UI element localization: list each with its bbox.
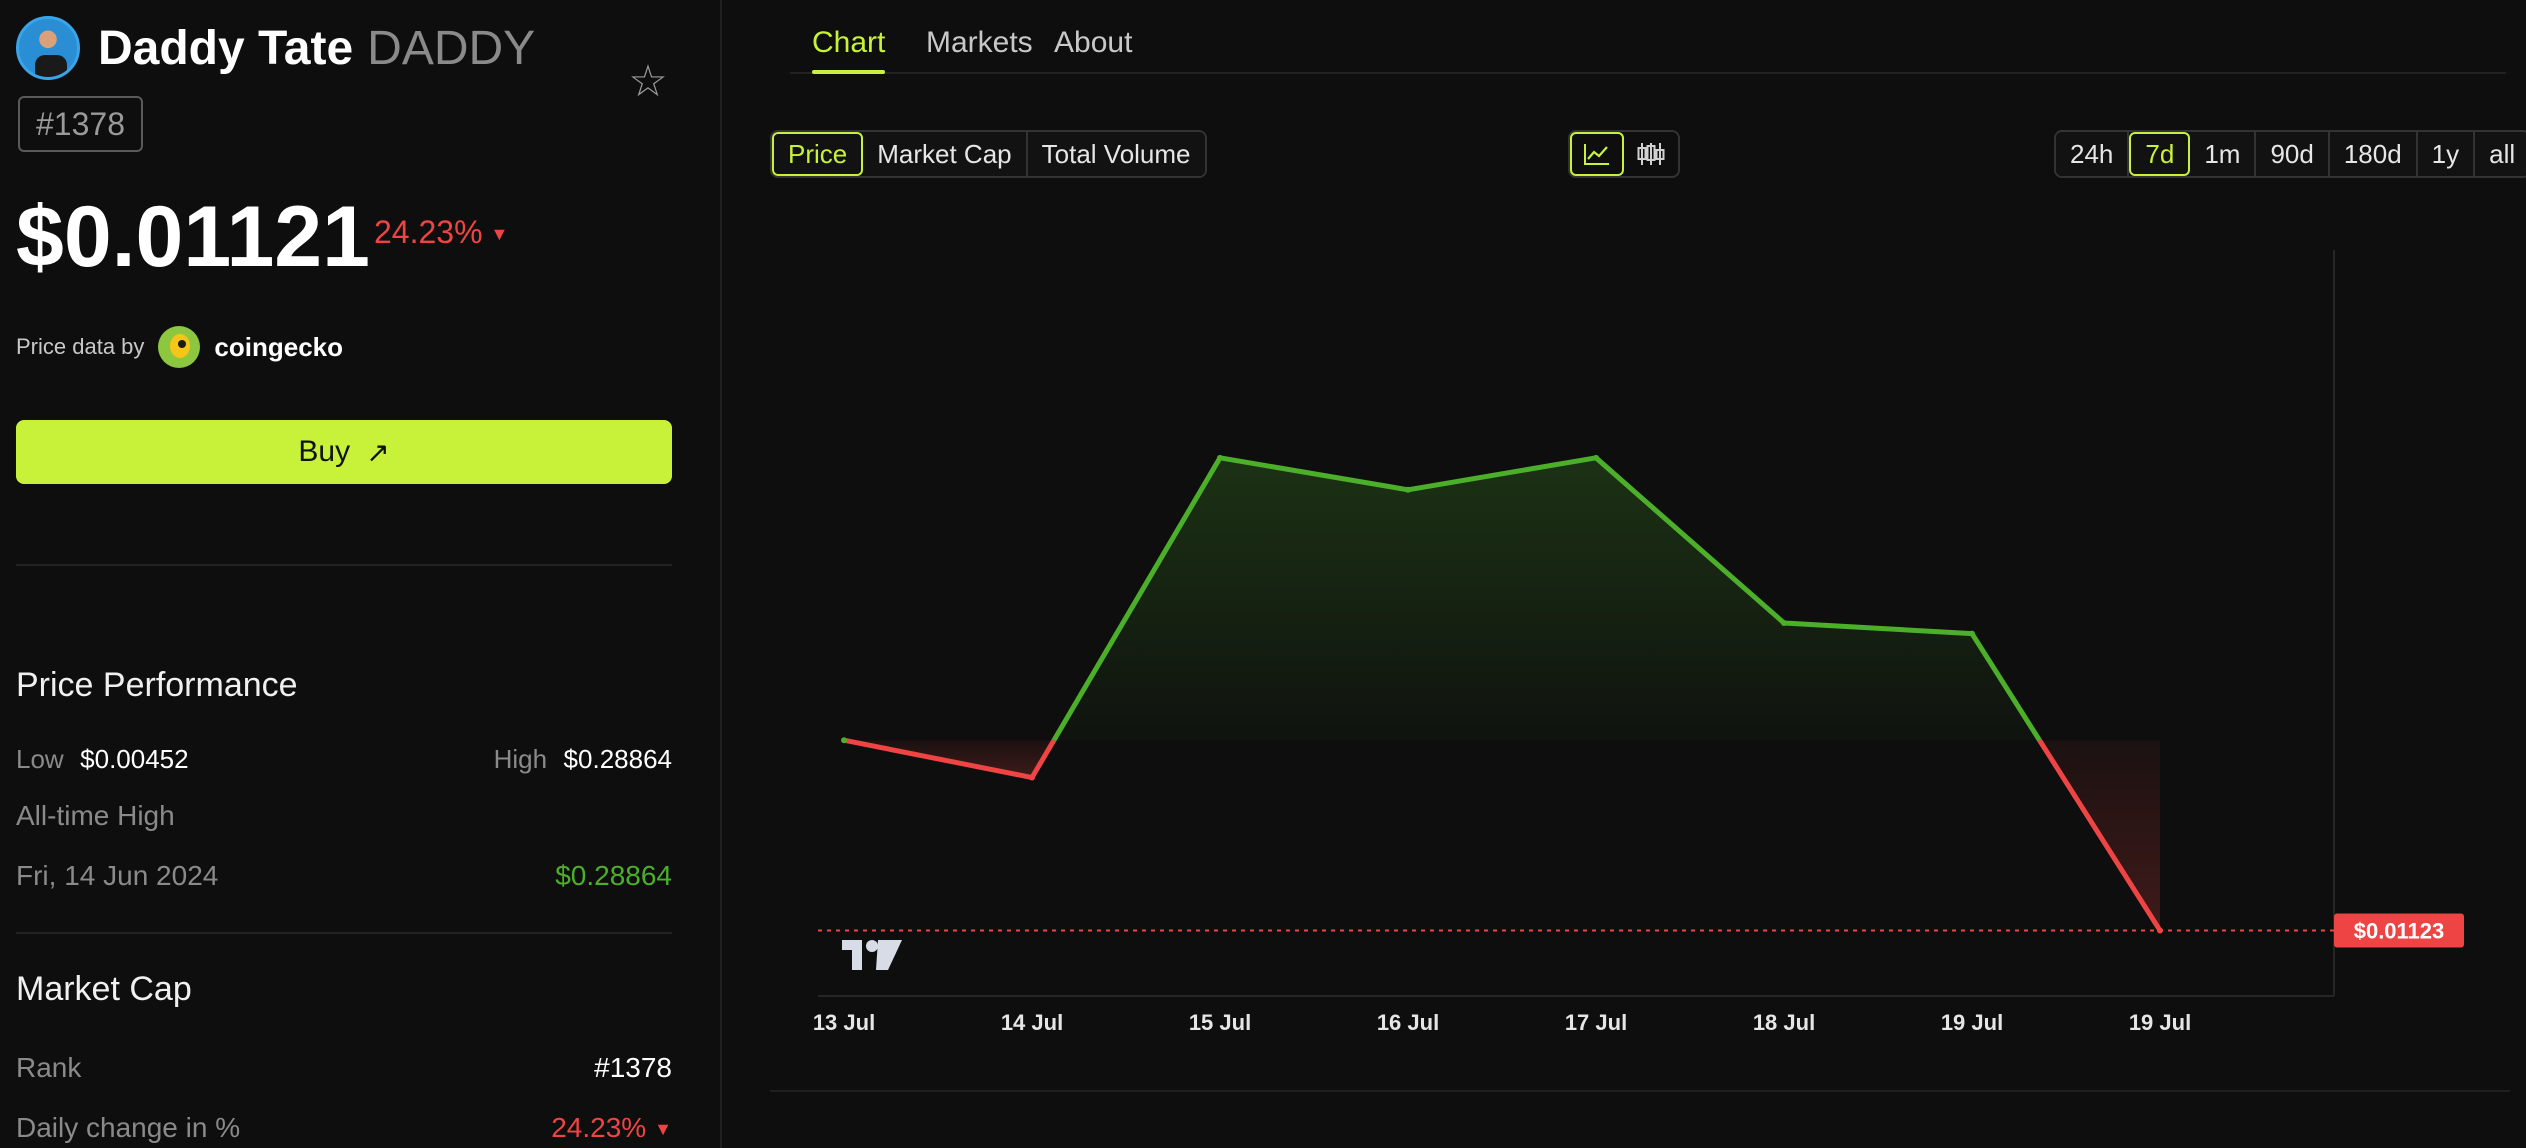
coin-header: Daddy Tate DADDY (16, 16, 535, 80)
range-24h-button[interactable]: 24h (2056, 132, 2130, 176)
ath-label: All-time High (16, 800, 175, 831)
coin-info-panel: Daddy Tate DADDY ☆ #1378 $0.01121 24.23%… (0, 0, 722, 1148)
rank-badge: #1378 (18, 96, 143, 152)
coingecko-logo (158, 326, 201, 368)
star-icon[interactable]: ☆ (626, 60, 670, 104)
rank-label: Rank (16, 1052, 82, 1083)
low-value: $0.00452 (80, 744, 189, 774)
arrow-up-right-icon: ↗ (366, 436, 390, 468)
data-provider-name[interactable]: coingecko (214, 332, 343, 363)
triangle-down-icon: ▼ (490, 224, 509, 245)
divider (16, 932, 672, 934)
time-range-selector: 24h 7d 1m 90d 180d 1y all (2054, 130, 2526, 178)
data-point-1 (1029, 774, 1035, 781)
ath-date: Fri, 14 Jun 2024 (16, 860, 219, 891)
line-chart-icon[interactable] (1570, 132, 1624, 176)
low-label: Low (16, 744, 64, 774)
chart-type-selector (1568, 130, 1680, 178)
divider (16, 564, 672, 566)
market-cap-title: Market Cap (16, 970, 192, 1008)
chart-panel: Chart Markets About Price Market Cap Tot… (722, 0, 2526, 1148)
data-point-5 (1781, 620, 1787, 626)
metric-total-volume-button[interactable]: Total Volume (1027, 132, 1205, 176)
daily-change-value-wrap: 24.23% ▼ (551, 1112, 672, 1144)
low-high-row: Low $0.00452 High $0.28864 (16, 744, 672, 775)
ath-value: $0.28864 (555, 860, 672, 891)
tradingview-logo (842, 940, 902, 970)
range-1y-button[interactable]: 1y (2417, 132, 2476, 176)
price-change: 24.23% ▼ (374, 214, 508, 251)
x-tick-label: 16 Jul (1377, 1010, 1439, 1035)
range-7d-button[interactable]: 7d (2129, 132, 2191, 176)
app-root: Daddy Tate DADDY ☆ #1378 $0.01121 24.23%… (0, 0, 2526, 1148)
data-point-4 (1593, 454, 1599, 461)
last-price-badge: $0.01123 (2334, 913, 2464, 948)
price-data-attribution: Price data by coingecko (16, 326, 343, 368)
x-tick-label: 18 Jul (1753, 1010, 1815, 1035)
range-1m-button[interactable]: 1m (2190, 132, 2257, 176)
price-chart[interactable]: $0.01123 13 Jul 14 Jul 15 Jul 16 Jul 17 Jul 1… (722, 220, 2526, 1100)
daily-change-row: Daily change in % 24.23% ▼ (16, 1112, 672, 1144)
triangle-down-icon: ▼ (654, 1119, 672, 1140)
tab-chart[interactable]: Chart (812, 26, 886, 74)
coin-avatar (16, 16, 80, 80)
coin-symbol: DADDY (367, 21, 536, 75)
x-tick-label: 14 Jul (1001, 1010, 1063, 1035)
buy-button[interactable]: Buy ↗ (16, 420, 672, 484)
last-price-badge-label: $0.01123 (2354, 918, 2445, 943)
x-tick-label: 13 Jul (813, 1010, 875, 1035)
data-point-2 (1217, 454, 1223, 461)
price-data-label: Price data by (16, 334, 145, 359)
coin-name: Daddy Tate (98, 21, 354, 75)
x-tick-label: 17 Jul (1565, 1010, 1627, 1035)
data-point-6 (1969, 630, 1975, 637)
x-tick-label: 19 Jul (1941, 1010, 2003, 1035)
rank-row: Rank #1378 (16, 1052, 672, 1084)
candlestick-icon[interactable] (1624, 132, 1678, 176)
range-all-button[interactable]: all (2475, 132, 2526, 176)
ath-label-row: All-time High (16, 800, 672, 832)
tab-markets[interactable]: Markets (926, 26, 1033, 60)
ath-row: Fri, 14 Jun 2024 $0.28864 (16, 860, 672, 892)
current-price: $0.01121 (16, 189, 370, 285)
metric-selector: Price Market Cap Total Volume (770, 130, 1207, 178)
price-change-value: 24.23% (374, 214, 483, 250)
tab-bar: Chart Markets About (790, 0, 2506, 74)
daily-change-label: Daily change in % (16, 1112, 241, 1143)
x-axis-ticks: 13 Jul 14 Jul 15 Jul 16 Jul 17 Jul 18 Jul 19 J… (813, 1010, 2191, 1035)
data-point-3 (1405, 486, 1411, 493)
x-tick-label: 15 Jul (1189, 1010, 1251, 1035)
chart-bottom-divider (770, 1090, 2510, 1092)
metric-market-cap-button[interactable]: Market Cap (863, 132, 1028, 176)
daily-change-value: 24.23% (551, 1112, 647, 1143)
metric-price-button[interactable]: Price (772, 132, 864, 176)
chart-fills (844, 457, 2160, 931)
price-performance-title: Price Performance (16, 666, 298, 704)
area-fill-up-2 (1053, 457, 2040, 741)
buy-label: Buy (298, 435, 351, 468)
range-180d-button[interactable]: 180d (2329, 132, 2418, 176)
rank-value: #1378 (594, 1052, 672, 1083)
high-value: $0.28864 (563, 744, 672, 774)
high-label: High (493, 744, 548, 774)
x-tick-label: 19 Jul (2129, 1010, 2191, 1035)
data-point-0 (841, 737, 847, 744)
tab-about[interactable]: About (1054, 26, 1132, 60)
range-90d-button[interactable]: 90d (2256, 132, 2330, 176)
